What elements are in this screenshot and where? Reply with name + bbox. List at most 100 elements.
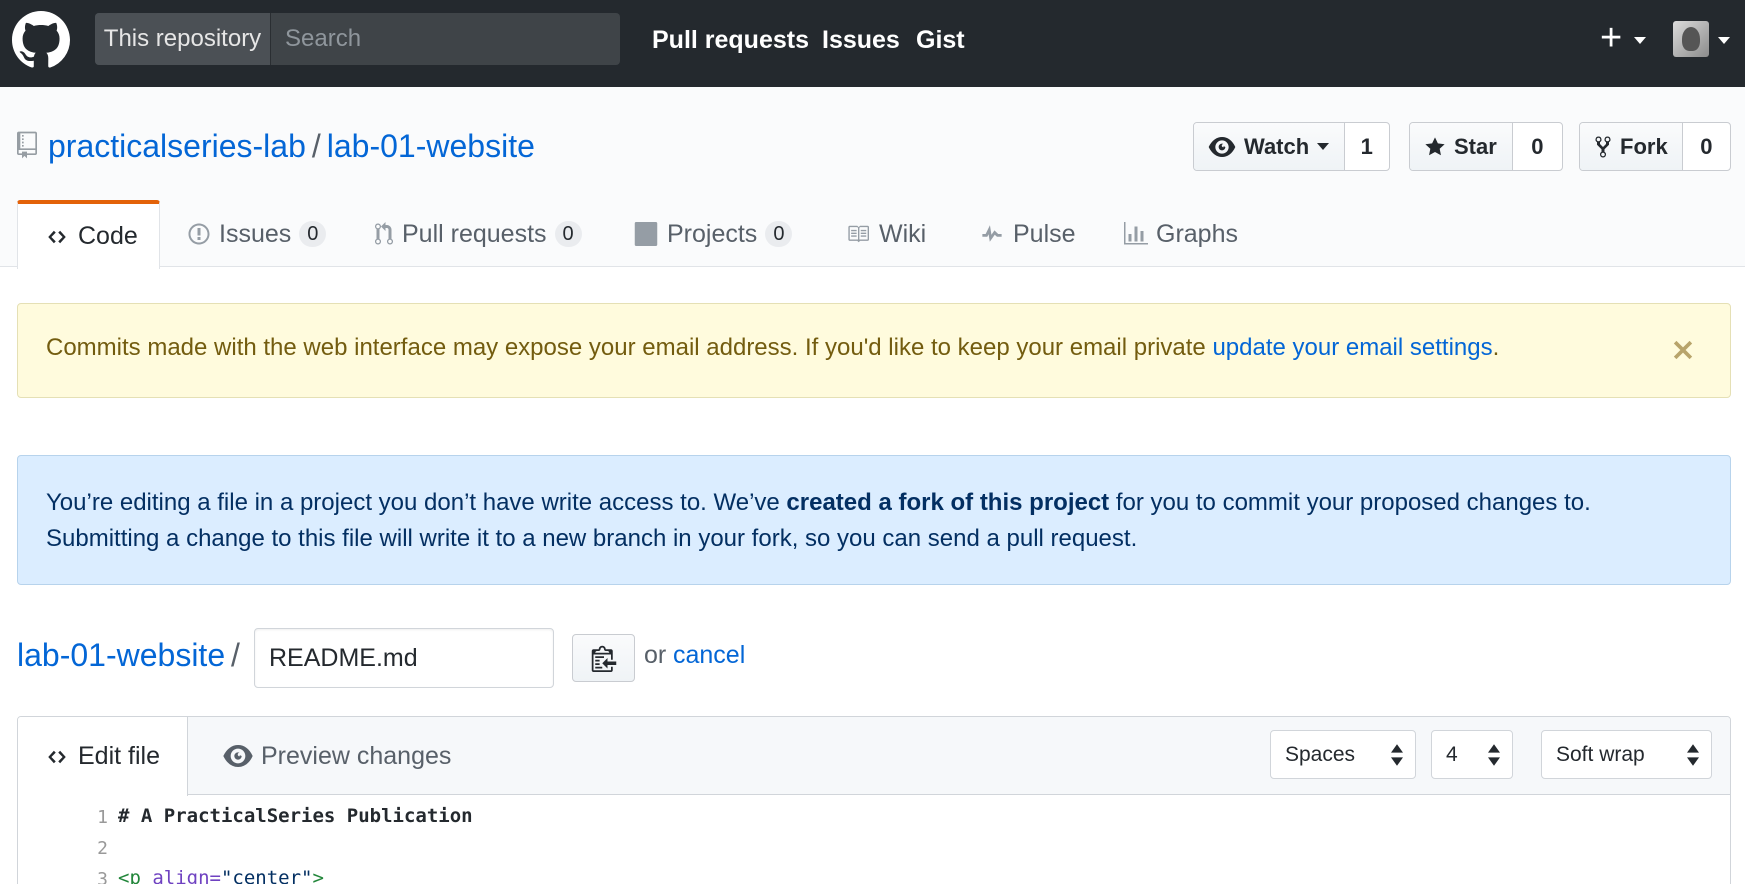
nav-gist[interactable]: Gist	[916, 22, 965, 58]
line-number: 2	[97, 838, 108, 859]
warning-end: .	[1492, 334, 1500, 361]
tab-label: Code	[78, 222, 138, 250]
chevron-down-icon	[1317, 143, 1330, 150]
line-number: 3	[97, 869, 108, 884]
search-input[interactable]	[271, 13, 620, 65]
info-line-2: Submitting a change to this file will wr…	[46, 525, 1138, 552]
search-bar: This repository	[95, 13, 620, 65]
fork-button-group: Fork 0	[1579, 122, 1731, 171]
star-button-group: Star 0	[1409, 122, 1563, 171]
code-line: # A PracticalSeries Publication	[118, 805, 473, 827]
user-avatar[interactable]	[1673, 21, 1709, 57]
code-attribute: align=	[140, 867, 221, 884]
info-bold-text: created a fork of this project	[786, 489, 1110, 516]
wrap-mode-select[interactable]: Soft wrap	[1541, 730, 1712, 779]
fork-icon	[1595, 135, 1611, 158]
info-text: You’re editing a file in a project you d…	[46, 489, 787, 516]
code-line: <p align="center">	[118, 867, 324, 884]
chevron-down-icon	[1718, 37, 1730, 44]
code-icon	[48, 230, 66, 243]
watch-button[interactable]: Watch	[1194, 123, 1345, 170]
fork-label: Fork	[1620, 133, 1668, 159]
breadcrumb-separator: /	[231, 637, 240, 673]
code-icon	[48, 750, 66, 763]
tab-label: Projects	[667, 219, 758, 248]
indent-mode-value: Spaces	[1285, 743, 1356, 766]
clippy-icon	[591, 645, 616, 672]
tab-label: Wiki	[879, 219, 927, 248]
tab-graphs[interactable]: Graphs	[1124, 200, 1238, 268]
info-text: for you to commit your proposed changes …	[1109, 489, 1591, 516]
graph-icon	[1124, 222, 1148, 245]
watch-button-group: Watch 1	[1193, 122, 1390, 171]
restore-filename-button[interactable]	[572, 634, 635, 682]
select-arrows-icon	[1488, 744, 1500, 766]
select-arrows-icon	[1687, 744, 1699, 766]
star-count[interactable]: 0	[1513, 123, 1562, 170]
fork-button[interactable]: Fork	[1580, 123, 1683, 170]
info-line-1: You’re editing a file in a project you d…	[46, 489, 1591, 517]
indent-size-select[interactable]: 4	[1431, 730, 1513, 779]
tab-label: Pull requests	[402, 219, 547, 248]
line-number: 1	[97, 807, 108, 828]
file-editor: Edit file Preview changes Spaces 4 Soft …	[17, 716, 1731, 884]
search-scope-label: This repository	[95, 13, 271, 65]
tab-pulse[interactable]: Pulse	[979, 200, 1076, 268]
email-privacy-warning: Commits made with the web interface may …	[17, 303, 1731, 398]
tab-preview-changes[interactable]: Preview changes	[223, 717, 451, 795]
repo-name-link[interactable]: lab-01-website	[327, 128, 535, 164]
update-email-settings-link[interactable]: update your email settings	[1212, 334, 1492, 361]
fork-count[interactable]: 0	[1683, 123, 1730, 170]
chevron-down-icon	[1634, 37, 1646, 44]
pull-requests-counter: 0	[554, 221, 582, 247]
tab-edit-file[interactable]: Edit file	[18, 717, 188, 796]
tab-pull-requests[interactable]: Pull requests 0	[374, 200, 582, 268]
issue-opened-icon	[188, 223, 210, 245]
indent-mode-select[interactable]: Spaces	[1270, 730, 1416, 779]
filename-input[interactable]	[254, 628, 554, 688]
or-text: or	[644, 641, 667, 669]
breadcrumb-repo-link[interactable]: lab-01-website	[17, 633, 225, 677]
warning-text: Commits made with the web interface may …	[46, 334, 1213, 361]
star-label: Star	[1454, 133, 1497, 159]
editor-toolbar: Edit file Preview changes Spaces 4 Soft …	[18, 717, 1730, 796]
select-arrows-icon	[1391, 744, 1403, 766]
code-tag: >	[312, 867, 324, 884]
warning-message: Commits made with the web interface may …	[46, 334, 1499, 362]
repo-icon	[17, 131, 37, 159]
tab-code[interactable]: Code	[17, 200, 160, 269]
global-header: This repository Pull requests Issues Gis…	[0, 0, 1745, 87]
pulse-icon	[982, 225, 1002, 242]
eye-icon	[223, 745, 253, 767]
preview-changes-label: Preview changes	[261, 741, 452, 770]
repo-owner-link[interactable]: practicalseries-lab	[48, 128, 306, 164]
tab-label: Graphs	[1156, 219, 1238, 248]
tab-label: Pulse	[1013, 219, 1076, 248]
nav-issues[interactable]: Issues	[822, 22, 900, 58]
tab-wiki[interactable]: Wiki	[845, 200, 926, 268]
tab-issues[interactable]: Issues 0	[187, 200, 327, 268]
fork-info-notice: You’re editing a file in a project you d…	[17, 455, 1731, 585]
star-icon	[1425, 136, 1445, 155]
git-pull-request-icon	[375, 222, 393, 245]
edit-file-label: Edit file	[78, 742, 160, 770]
indent-size-value: 4	[1446, 743, 1458, 766]
project-icon	[634, 222, 658, 246]
book-icon	[848, 225, 869, 243]
code-tag: <p	[118, 867, 141, 884]
issues-counter: 0	[299, 221, 327, 247]
star-button[interactable]: Star	[1410, 123, 1513, 170]
close-icon[interactable]	[1669, 336, 1697, 364]
wrap-mode-value: Soft wrap	[1556, 743, 1645, 766]
cancel-link[interactable]: cancel	[673, 641, 745, 670]
projects-counter: 0	[765, 221, 793, 247]
tab-projects[interactable]: Projects 0	[633, 200, 793, 268]
watch-count[interactable]: 1	[1345, 123, 1389, 170]
nav-pull-requests[interactable]: Pull requests	[652, 22, 809, 58]
repo-title-separator: /	[311, 128, 321, 164]
github-logo-icon[interactable]	[12, 11, 70, 69]
plus-icon: +	[1600, 17, 1623, 59]
tab-label: Issues	[219, 219, 292, 248]
watch-label: Watch	[1244, 133, 1310, 159]
code-string: "center"	[220, 867, 313, 884]
